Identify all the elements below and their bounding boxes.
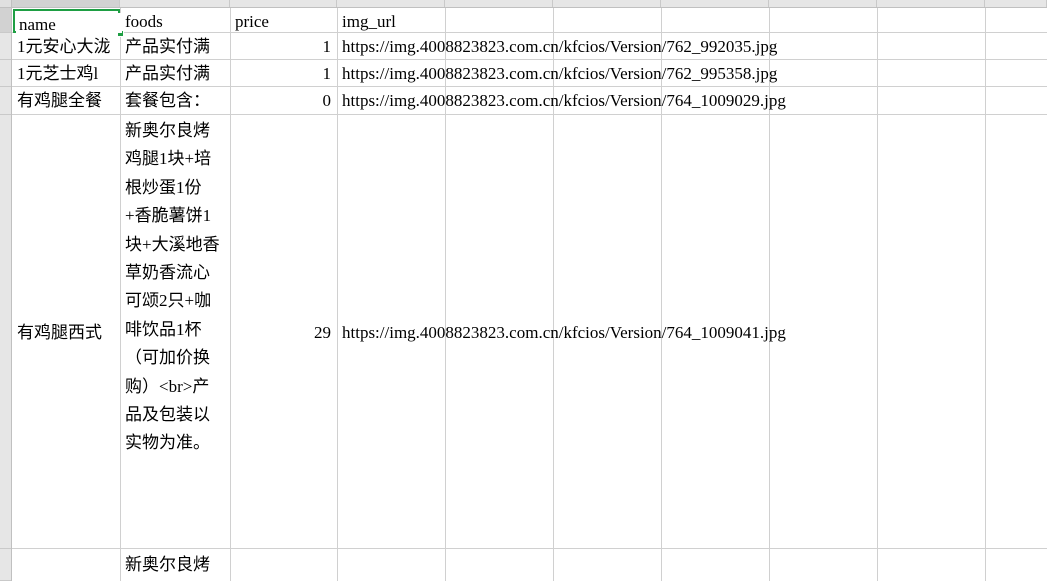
gridline-v-1: [120, 8, 121, 581]
cell-img-url-r2[interactable]: https://img.4008823823.com.cn/kfcios/Ver…: [339, 34, 1039, 60]
row-header-3[interactable]: [0, 60, 11, 87]
row-header-6[interactable]: [0, 549, 11, 581]
gridline-v-2: [230, 8, 231, 581]
row-header-5[interactable]: [0, 115, 11, 549]
cell-price-r4[interactable]: 0: [232, 88, 335, 114]
row-header-4[interactable]: [0, 87, 11, 115]
cell-name-r2[interactable]: 1元安心大泷: [14, 34, 120, 60]
column-header-b[interactable]: [120, 0, 230, 7]
header-cell-img-url[interactable]: img_url: [339, 9, 445, 33]
header-cell-price[interactable]: price: [232, 9, 337, 33]
column-header-h[interactable]: [769, 0, 877, 7]
cell-price-r5[interactable]: 29: [232, 320, 335, 348]
spreadsheet-grid[interactable]: foods price img_url name 1元安心大泷 产品实付满 1 …: [0, 0, 1047, 581]
gridline-v-3: [337, 8, 338, 581]
cell-foods-r4[interactable]: 套餐包含：: [122, 88, 230, 114]
column-header-a[interactable]: [12, 0, 120, 7]
cell-foods-r6[interactable]: 新奥尔良烤鸡腿1块: [122, 551, 228, 581]
cell-img-url-r4[interactable]: https://img.4008823823.com.cn/kfcios/Ver…: [339, 88, 1039, 114]
cell-name-r5[interactable]: 有鸡腿西式: [14, 320, 120, 348]
row-header-1[interactable]: [0, 8, 11, 33]
gridline-h-5: [12, 548, 1047, 549]
cell-price-r3[interactable]: 1: [232, 61, 335, 87]
header-cell-foods[interactable]: foods: [122, 9, 230, 33]
column-header-g[interactable]: [661, 0, 769, 7]
select-all-corner[interactable]: [0, 0, 12, 8]
cell-price-r2[interactable]: 1: [232, 34, 335, 60]
cell-foods-r5[interactable]: 新奥尔良烤鸡腿1块+培根炒蛋1份+香脆薯饼1块+大溪地香草奶香流心可颂2只+咖啡…: [122, 117, 228, 547]
column-header-c[interactable]: [230, 0, 337, 7]
cell-img-url-r3[interactable]: https://img.4008823823.com.cn/kfcios/Ver…: [339, 61, 1039, 87]
header-cell-name[interactable]: name: [16, 13, 122, 34]
cell-img-url-r5[interactable]: https://img.4008823823.com.cn/kfcios/Ver…: [339, 320, 1039, 348]
row-header-2[interactable]: [0, 33, 11, 60]
column-header-i[interactable]: [877, 0, 985, 7]
cell-foods-r2[interactable]: 产品实付满: [122, 34, 230, 60]
column-header-j[interactable]: [985, 0, 1047, 7]
cell-foods-r3[interactable]: 产品实付满: [122, 61, 230, 87]
column-header-e[interactable]: [445, 0, 553, 7]
cell-name-r3[interactable]: 1元芝士鸡l: [14, 61, 120, 87]
column-header-f[interactable]: [553, 0, 661, 7]
column-header-d[interactable]: [337, 0, 445, 7]
cell-name-r4[interactable]: 有鸡腿全餐: [14, 88, 120, 114]
gridline-h-4: [12, 114, 1047, 115]
